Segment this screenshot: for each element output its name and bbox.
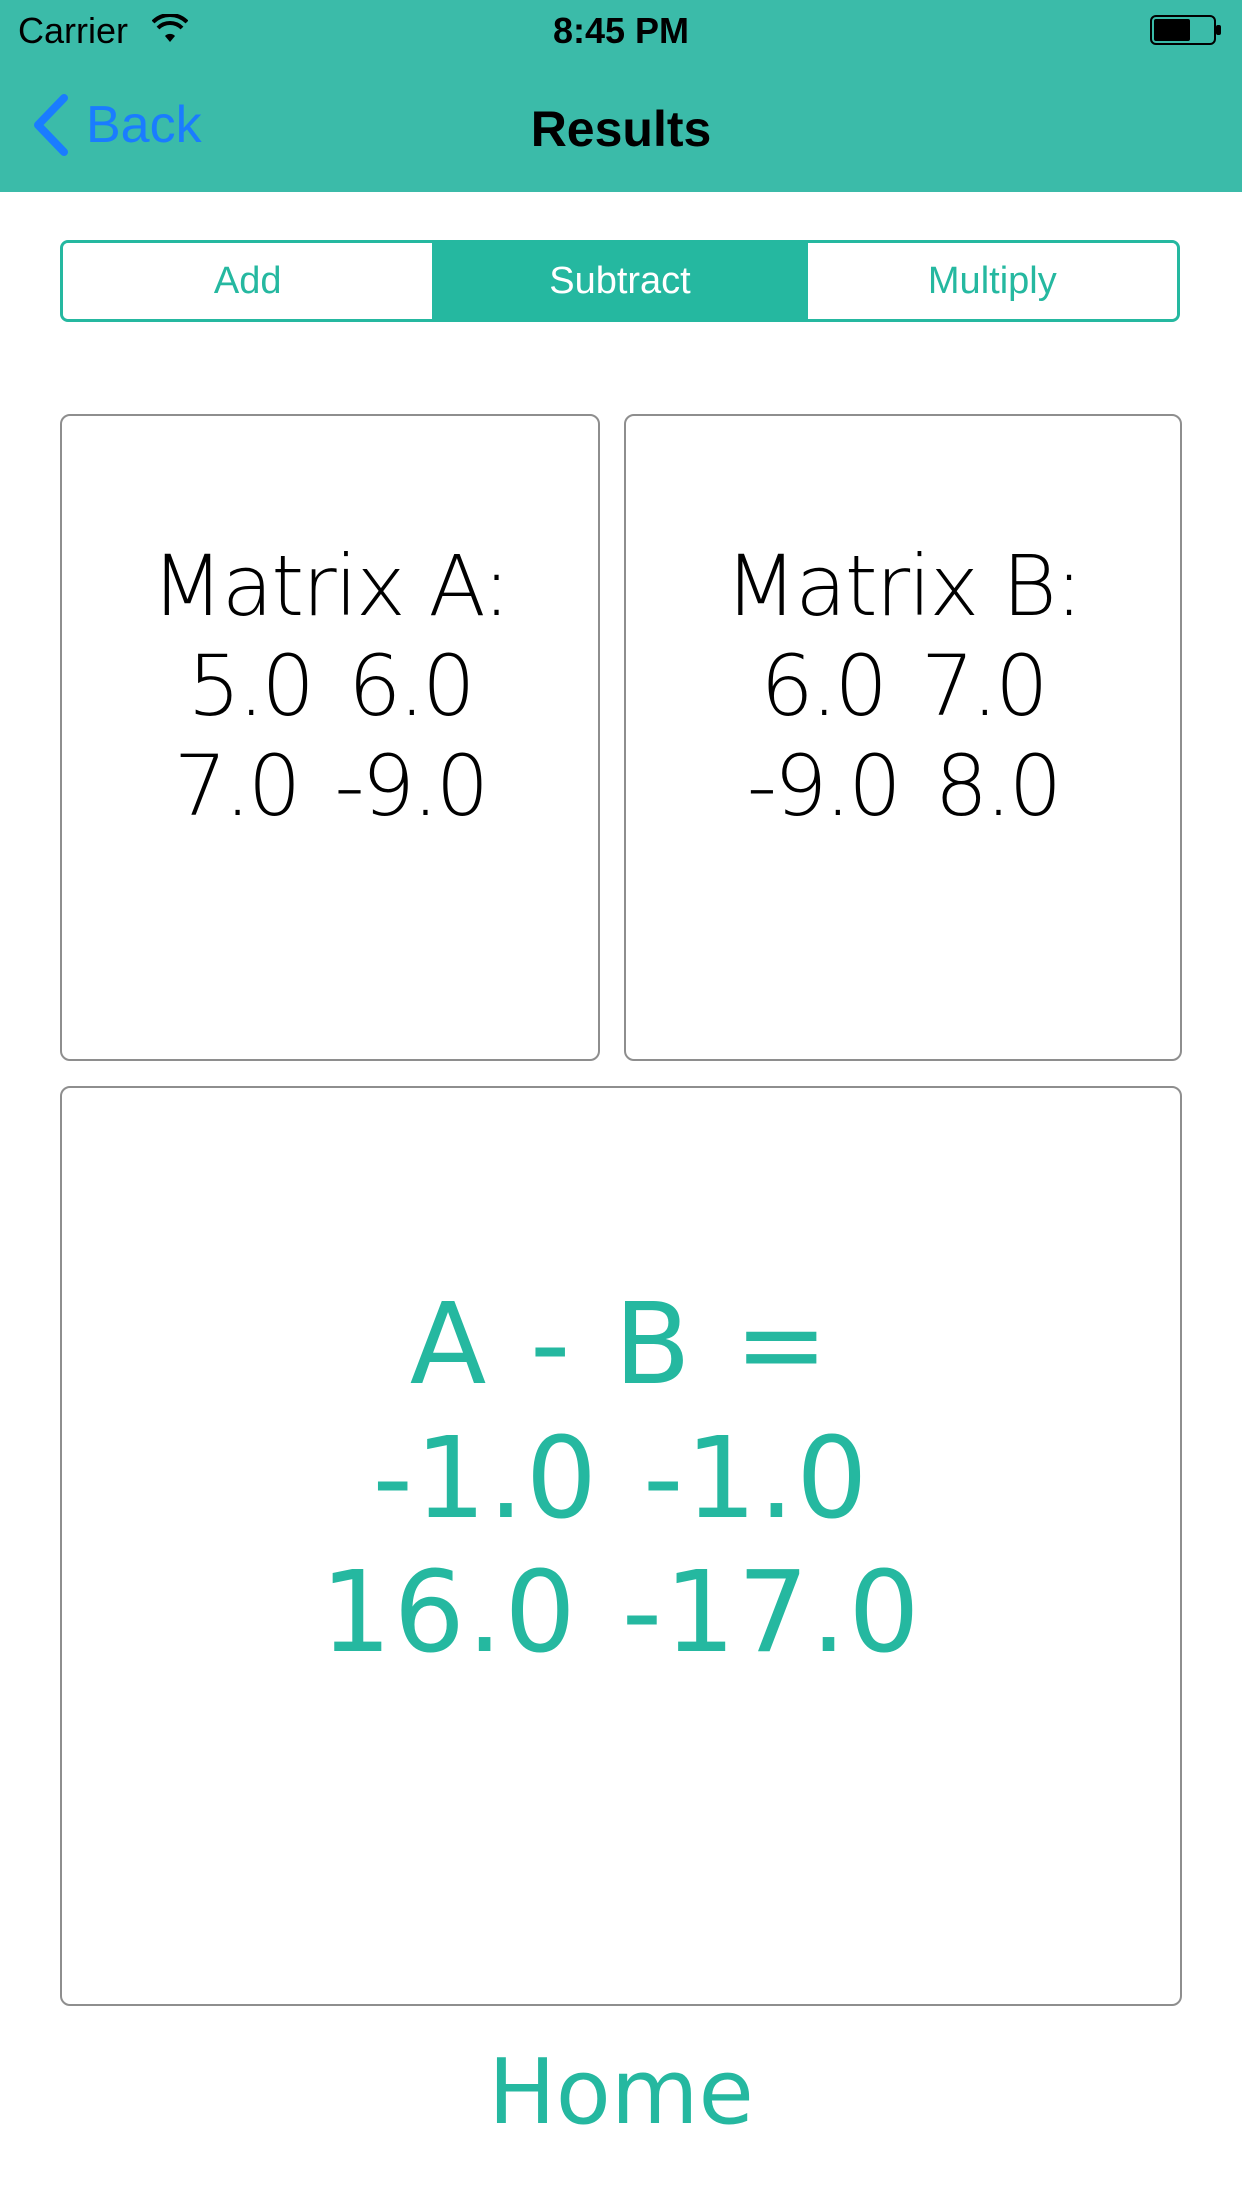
result-panel: A - B = -1.0 -1.0 16.0 -17.0: [60, 1086, 1182, 2006]
page-title: Results: [530, 101, 712, 157]
matrix-cell: 7.0: [921, 637, 1049, 735]
home-button[interactable]: Home: [0, 2040, 1242, 2145]
header: Carrier 8:45 PM Back Results: [0, 0, 1242, 192]
matrix-a-row: 7.0 -9.0: [62, 736, 598, 836]
battery-icon: [1150, 15, 1221, 45]
matrix-b-title: Matrix B:: [724, 537, 1083, 635]
segment-multiply[interactable]: Multiply: [804, 243, 1177, 319]
status-time: 8:45 PM: [552, 10, 690, 51]
status-bar: Carrier 8:45 PM: [0, 0, 1242, 60]
matrix-a-row: 5.0 6.0: [62, 636, 598, 736]
matrix-a-title: Matrix A:: [151, 537, 510, 635]
result-cell: -1.0: [643, 1414, 870, 1544]
matrix-cell: 6.0: [348, 637, 476, 735]
result-cell: 16.0: [320, 1548, 578, 1678]
matrix-cell: 6.0: [760, 637, 888, 735]
screen: Carrier 8:45 PM Back Results Add Subtrac…: [0, 0, 1242, 2208]
result-cell: -1.0: [372, 1414, 599, 1544]
matrix-a-panel: Matrix A: 5.0 6.0 7.0 -9.0: [60, 414, 600, 1061]
result-row: -1.0 -1.0: [62, 1412, 1180, 1546]
matrix-cell: -9.0: [746, 737, 902, 835]
matrix-b-row: -9.0 8.0: [626, 736, 1180, 836]
matrix-cell: 8.0: [934, 737, 1063, 835]
result-cell: -17.0: [621, 1548, 922, 1678]
operation-segmented-control: Add Subtract Multiply: [60, 240, 1180, 322]
matrix-b: Matrix B: 6.0 7.0 -9.0 8.0: [626, 536, 1180, 836]
matrix-b-row: 6.0 7.0: [626, 636, 1180, 736]
segment-add[interactable]: Add: [63, 243, 433, 319]
result-matrix: A - B = -1.0 -1.0 16.0 -17.0: [62, 1278, 1180, 1680]
matrix-cell: -9.0: [334, 737, 489, 835]
matrix-b-panel: Matrix B: 6.0 7.0 -9.0 8.0: [624, 414, 1182, 1061]
matrix-a: Matrix A: 5.0 6.0 7.0 -9.0: [62, 536, 598, 836]
result-row: 16.0 -17.0: [62, 1546, 1180, 1680]
result-title: A - B =: [409, 1280, 833, 1410]
navigation-bar: Back Results: [0, 60, 1242, 192]
segment-subtract[interactable]: Subtract: [432, 243, 805, 319]
matrix-cell: 7.0: [173, 737, 302, 835]
matrix-cell: 5.0: [187, 637, 315, 735]
